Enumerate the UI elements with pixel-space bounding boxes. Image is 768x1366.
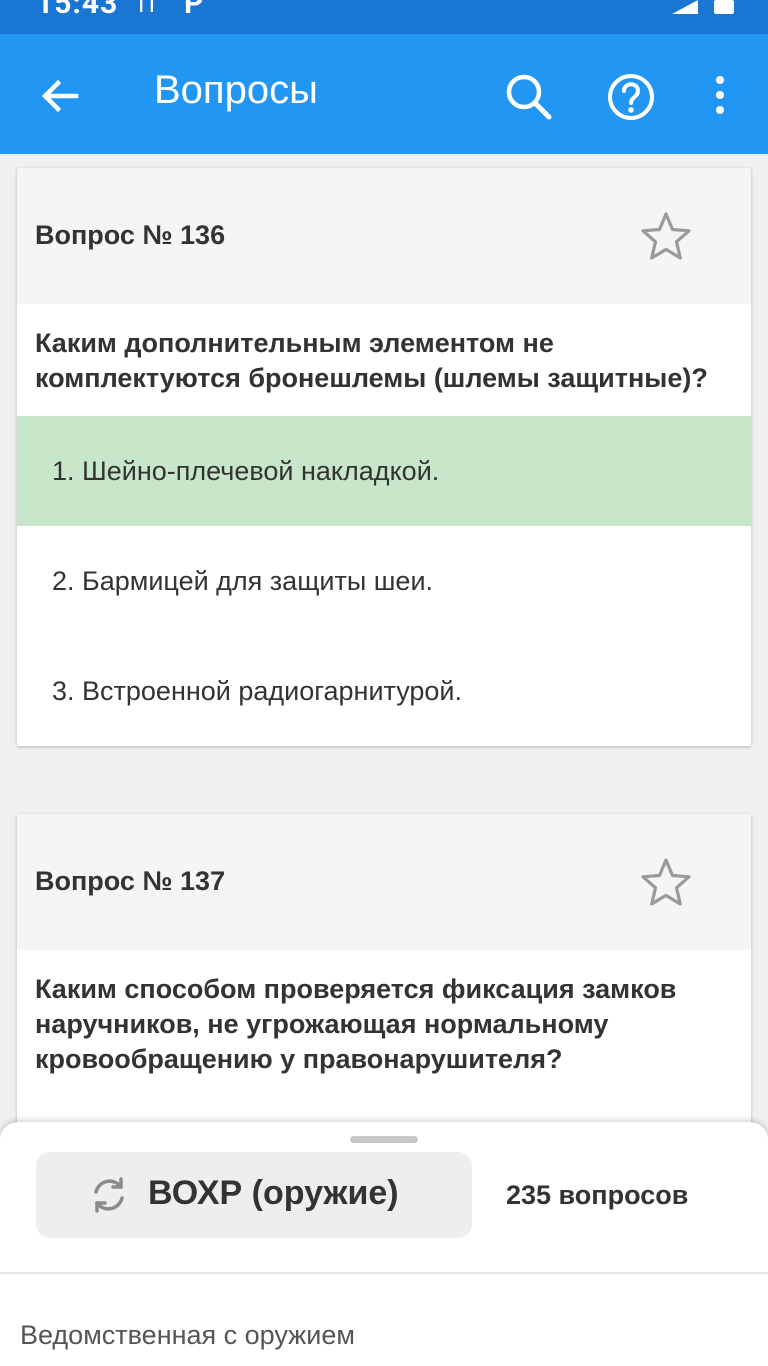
answer-option[interactable]: 3. Встроенной радиогарнитурой. bbox=[17, 636, 751, 746]
star-icon[interactable] bbox=[639, 210, 693, 264]
signal-icon bbox=[672, 0, 698, 14]
answer-option-correct[interactable]: 1. Шейно-плечевой накладкой. bbox=[17, 416, 751, 526]
status-bar: 15:43 П P bbox=[0, 0, 768, 34]
question-header: Вопрос № 136 bbox=[17, 168, 751, 304]
page-title: Вопросы bbox=[154, 68, 318, 112]
more-vert-icon[interactable] bbox=[700, 70, 740, 124]
back-arrow-icon[interactable] bbox=[36, 72, 84, 120]
topic-selector-button[interactable]: ВОХР (оружие) bbox=[36, 1152, 472, 1238]
search-icon[interactable] bbox=[502, 70, 556, 124]
category-label[interactable]: Ведомственная с оружием bbox=[20, 1320, 355, 1351]
question-number: Вопрос № 136 bbox=[35, 220, 226, 250]
question-number: Вопрос № 137 bbox=[35, 866, 226, 896]
answer-option[interactable]: 2. Бармицей для защиты шеи. bbox=[17, 526, 751, 636]
question-card-137: Вопрос № 137 Каким способом проверяется … bbox=[17, 814, 751, 1154]
app-bar: Вопросы bbox=[0, 34, 768, 154]
question-text: Каким дополнительным элементом не компле… bbox=[35, 328, 708, 393]
divider bbox=[0, 1272, 768, 1274]
topic-label: ВОХР (оружие) bbox=[148, 1174, 399, 1212]
star-icon[interactable] bbox=[639, 856, 693, 910]
status-time: 15:43 bbox=[36, 0, 119, 21]
question-count: 235 вопросов bbox=[506, 1180, 689, 1210]
refresh-icon bbox=[94, 1177, 124, 1213]
question-text: Каким способом проверяется фиксация замк… bbox=[35, 974, 677, 1074]
bottom-sheet: ВОХР (оружие) 235 вопросов Ведомственная… bbox=[0, 1122, 768, 1366]
battery-icon bbox=[714, 0, 734, 14]
status-notification: П bbox=[138, 0, 156, 18]
question-header: Вопрос № 137 bbox=[17, 814, 751, 950]
drag-handle[interactable] bbox=[350, 1136, 418, 1143]
help-icon[interactable] bbox=[604, 70, 658, 124]
question-card-136: Вопрос № 136 Каким дополнительным элемен… bbox=[17, 168, 751, 746]
status-app-icon: P bbox=[184, 0, 204, 21]
